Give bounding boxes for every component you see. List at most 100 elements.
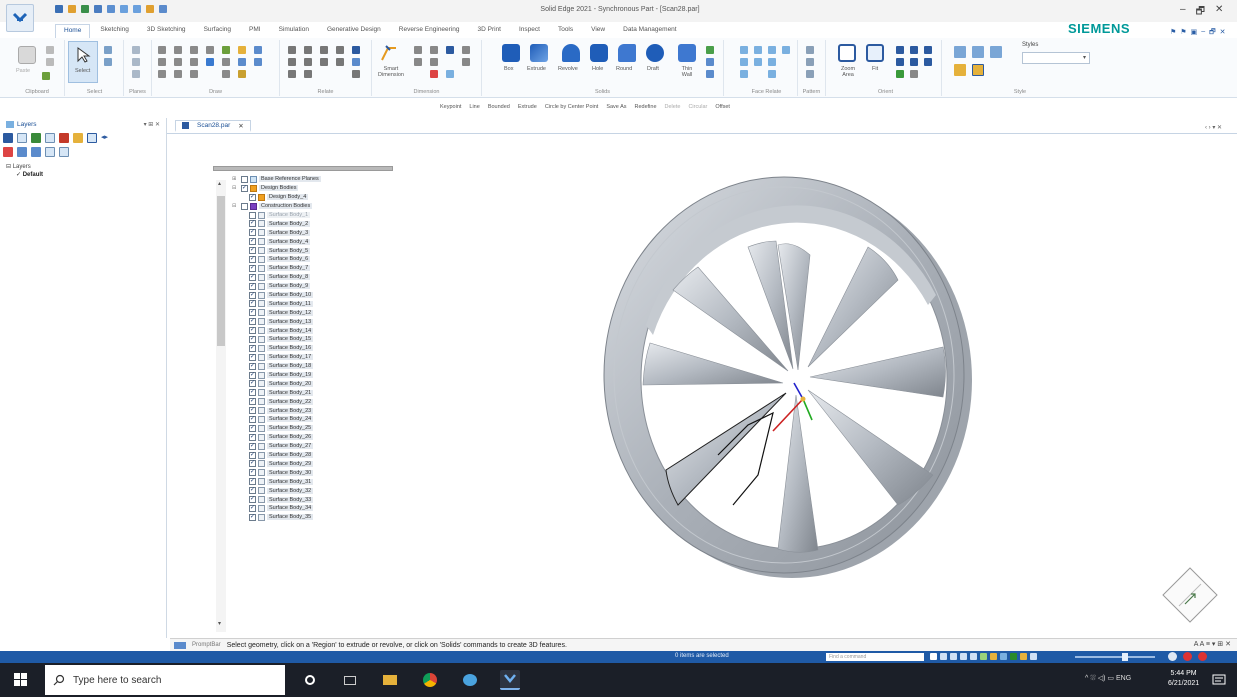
taskbar-search[interactable]: Type here to search xyxy=(45,665,285,695)
customize-icon[interactable] xyxy=(159,5,167,13)
new-icon[interactable] xyxy=(55,5,63,13)
cmd-redefine[interactable]: Redefine xyxy=(635,104,657,116)
visibility-checkbox[interactable] xyxy=(249,468,256,477)
split-icon[interactable] xyxy=(254,58,262,66)
pathfinder-row[interactable]: Surface Body_31 xyxy=(232,477,362,486)
notification-icon[interactable] xyxy=(1212,673,1226,687)
tab-reverse-engineering[interactable]: Reverse Engineering xyxy=(391,24,468,38)
expand-toggle-icon[interactable]: ⊟ xyxy=(232,203,241,209)
tangent-icon[interactable] xyxy=(336,46,344,54)
visibility-checkbox[interactable] xyxy=(241,175,248,183)
pathfinder-row[interactable]: Surface Body_33 xyxy=(232,495,362,504)
equal-icon[interactable] xyxy=(320,58,328,66)
family-tab-icon[interactable] xyxy=(45,133,55,143)
pathfinder-row[interactable]: Surface Body_1 xyxy=(232,211,362,220)
visibility-checkbox[interactable] xyxy=(249,406,256,415)
pathfinder-row[interactable]: Surface Body_35 xyxy=(232,513,362,522)
rect-pattern-icon[interactable] xyxy=(806,46,814,54)
restore-icon[interactable]: 🗗 xyxy=(1196,4,1205,21)
variable-table-icon[interactable] xyxy=(446,70,454,78)
line-icon[interactable] xyxy=(158,46,166,54)
face-parallel-icon[interactable] xyxy=(768,46,776,54)
distance-icon[interactable] xyxy=(414,46,422,54)
include-icon[interactable] xyxy=(190,70,198,78)
visibility-checkbox[interactable] xyxy=(249,495,256,503)
rectangle-icon[interactable] xyxy=(238,46,246,54)
visibility-checkbox[interactable] xyxy=(249,424,256,432)
visibility-checkbox[interactable] xyxy=(249,415,256,423)
visibility-checkbox[interactable] xyxy=(249,371,256,379)
visibility-checkbox[interactable] xyxy=(249,228,256,237)
open-icon[interactable] xyxy=(68,5,76,13)
pathfinder-row[interactable]: Surface Body_24 xyxy=(232,415,362,424)
pathfinder-row[interactable]: Surface Body_34 xyxy=(232,504,362,513)
pattern-sketch-icon[interactable] xyxy=(238,70,246,78)
shaded-icon[interactable] xyxy=(954,46,966,58)
pathfinder-row[interactable]: Surface Body_14 xyxy=(232,326,362,335)
circ-pattern-icon[interactable] xyxy=(806,58,814,66)
visibility-checkbox[interactable] xyxy=(249,326,256,335)
pathfinder-row[interactable]: Surface Body_26 xyxy=(232,433,362,442)
pathfinder-row[interactable]: Surface Body_6 xyxy=(232,255,362,264)
tab-3d-print[interactable]: 3D Print xyxy=(470,24,509,38)
tab-pmi[interactable]: PMI xyxy=(241,24,269,38)
scroll-down-icon[interactable]: ▾ xyxy=(218,620,221,627)
zoom-tool-icon[interactable] xyxy=(940,653,947,660)
cmd-delete[interactable]: Delete xyxy=(665,104,681,116)
point-icon[interactable] xyxy=(158,58,166,66)
face-horizontal-icon[interactable] xyxy=(768,58,776,66)
plane-offset-icon[interactable] xyxy=(132,58,140,66)
round-icon[interactable] xyxy=(618,44,636,62)
cmd-line[interactable]: Line xyxy=(469,104,479,116)
pathfinder-row[interactable]: Surface Body_17 xyxy=(232,353,362,362)
angular-coord-icon[interactable] xyxy=(414,58,422,66)
system-tray[interactable]: ^ ⛆ ◁) ▭ ENG xyxy=(1085,674,1131,683)
expand-toggle-icon[interactable]: ⊞ xyxy=(232,176,241,182)
thin-wall-icon[interactable] xyxy=(678,44,696,62)
pathfinder-row[interactable]: Surface Body_32 xyxy=(232,486,362,495)
status-alert-icon[interactable] xyxy=(1198,652,1207,661)
pathfinder-tab-icon[interactable] xyxy=(3,133,13,143)
pathfinder-row[interactable]: Surface Body_4 xyxy=(232,237,362,246)
pathfinder-header[interactable] xyxy=(213,166,393,171)
status-error-icon[interactable] xyxy=(1183,652,1192,661)
pathfinder-scroll-thumb[interactable] xyxy=(217,196,225,346)
visibility-checkbox[interactable] xyxy=(249,219,256,228)
section-tool-icon[interactable] xyxy=(1020,653,1027,660)
pathfinder-row[interactable]: Surface Body_12 xyxy=(232,308,362,317)
save-icon[interactable] xyxy=(81,5,89,13)
format-painter-icon[interactable] xyxy=(42,72,50,80)
pathfinder-row[interactable]: ⊟ Design Bodies xyxy=(232,184,362,193)
tab-simulation[interactable]: Simulation xyxy=(271,24,317,38)
zoom-slider[interactable] xyxy=(1075,656,1155,658)
pathfinder-row[interactable]: Surface Body_21 xyxy=(232,388,362,397)
view-cube[interactable] xyxy=(1155,560,1225,630)
coaxial-icon[interactable] xyxy=(754,46,762,54)
cmd-save-as[interactable]: Save As xyxy=(606,104,626,116)
visibility-checkbox[interactable] xyxy=(249,459,256,468)
view-orient-icon[interactable] xyxy=(896,70,904,78)
pathfinder-row[interactable]: Surface Body_9 xyxy=(232,282,362,291)
visibility-checkbox[interactable] xyxy=(249,513,256,521)
curve-icon[interactable] xyxy=(174,46,182,54)
trim-icon[interactable] xyxy=(254,46,262,54)
chrome-icon[interactable] xyxy=(420,670,440,690)
arc-icon[interactable] xyxy=(190,46,198,54)
pathfinder-row[interactable]: Surface Body_11 xyxy=(232,299,362,308)
visibility-checkbox[interactable] xyxy=(249,335,256,343)
pathfinder-row[interactable]: Surface Body_20 xyxy=(232,379,362,388)
text-icon[interactable] xyxy=(158,70,166,78)
panel-controls[interactable]: ▾ ⊞ ✕ xyxy=(144,121,160,128)
key-icon[interactable] xyxy=(73,133,83,143)
revolve-icon[interactable] xyxy=(562,44,580,62)
solid-edge-taskbar-icon[interactable] xyxy=(500,670,520,690)
rotate-icon[interactable] xyxy=(924,46,932,54)
connect-icon[interactable] xyxy=(288,46,296,54)
visibility-checkbox[interactable] xyxy=(249,299,256,308)
cube-tool-icon[interactable] xyxy=(1010,653,1017,660)
ellipse-icon[interactable] xyxy=(174,58,182,66)
perpendicular-icon[interactable] xyxy=(320,46,328,54)
clock[interactable]: 5:44 PM 6/21/2021 xyxy=(1168,669,1199,689)
layer-default[interactable]: ✓ Default xyxy=(6,171,160,179)
subtract-icon[interactable] xyxy=(706,70,714,78)
